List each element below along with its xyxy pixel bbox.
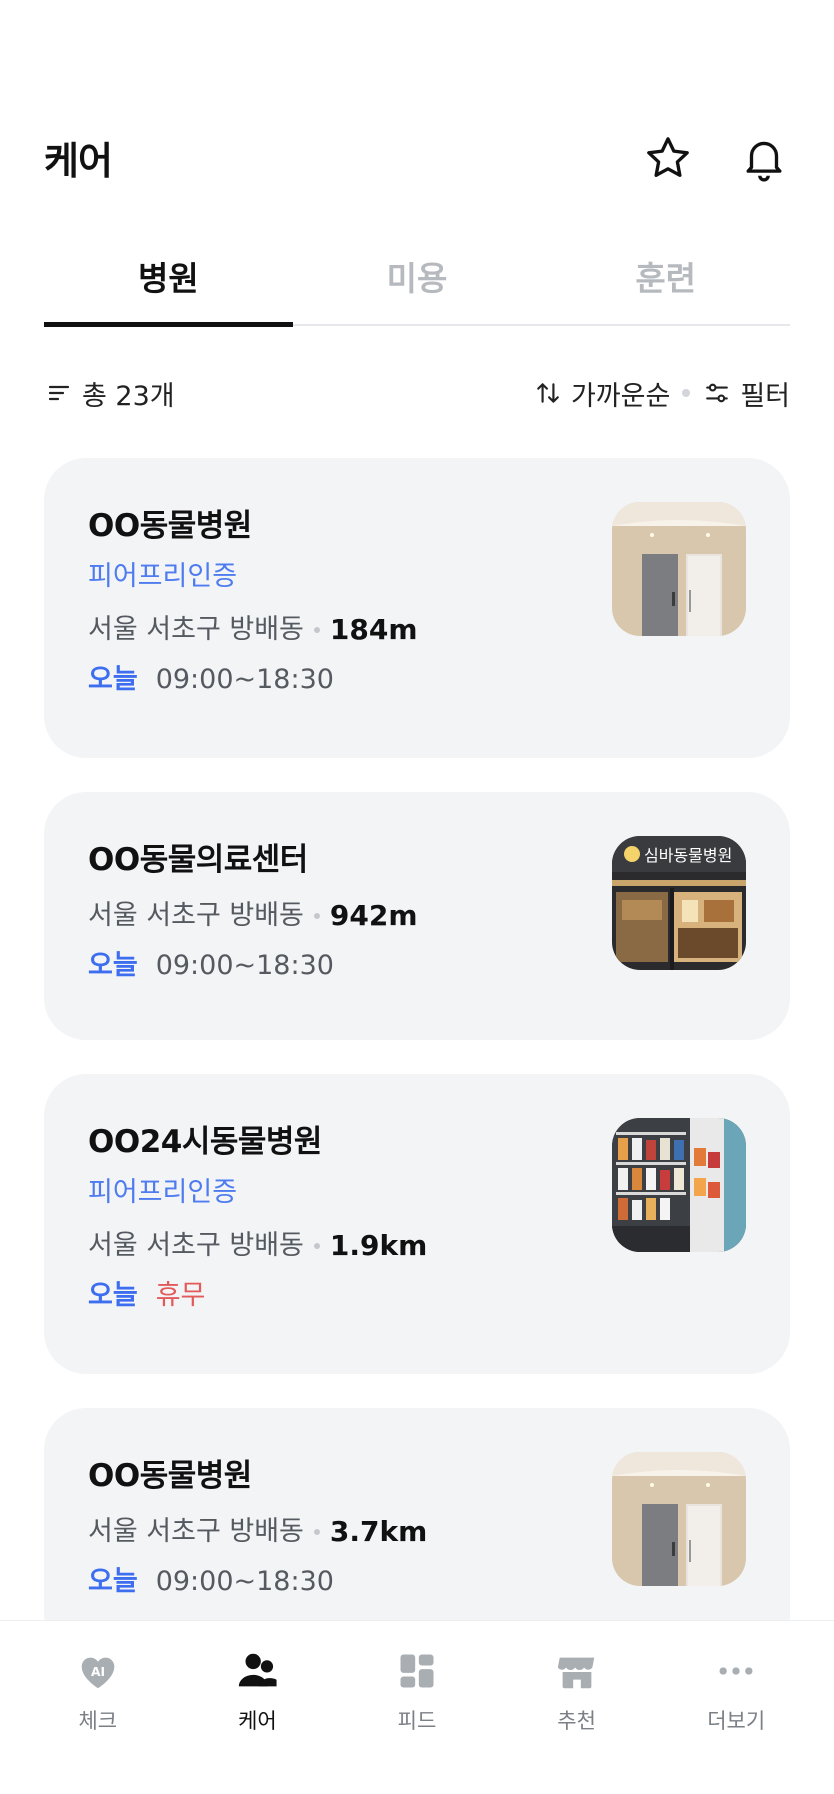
separator-dot	[313, 1243, 320, 1249]
nav-label: 추천	[557, 1709, 596, 1733]
separator-dot	[313, 627, 320, 633]
nav-label: 더보기	[707, 1709, 766, 1733]
clinic-address: 서울 서초구 방배동	[88, 614, 304, 645]
clinic-card[interactable]: OO동물병원 피어프리인증 서울 서초구 방배동 184m 오늘 09:00~1…	[44, 458, 790, 758]
clinic-hours: 09:00~18:30	[155, 664, 334, 695]
today-label: 오늘	[88, 1566, 138, 1597]
clinic-card[interactable]: OO24시동물병원 피어프리인증 서울 서초구 방배동 1.9km 오늘 휴무	[44, 1074, 790, 1374]
filter-label: 필터	[740, 380, 790, 412]
total-count: 총 23개	[44, 374, 175, 413]
store-sign-text: 심바동물병원	[644, 846, 732, 865]
clinic-address: 서울 서초구 방배동	[88, 1230, 304, 1261]
nav-item-care[interactable]: 케어	[187, 1647, 327, 1794]
more-dots-icon	[712, 1647, 760, 1695]
clinic-address: 서울 서초구 방배동	[88, 900, 304, 931]
nav-item-more[interactable]: 더보기	[666, 1647, 806, 1794]
total-count-label: 총 23개	[82, 380, 175, 412]
list-toolbar: 총 23개 가까운순 필터	[44, 370, 790, 416]
clinic-hours: 09:00~18:30	[155, 1566, 334, 1597]
clinic-photo: 심바동물병원	[612, 836, 746, 970]
separator-dot	[313, 913, 320, 919]
clinic-closed-status: 휴무	[155, 1280, 206, 1311]
sort-button[interactable]: 가까운순	[533, 374, 670, 413]
bell-icon[interactable]	[736, 130, 792, 186]
clinic-card[interactable]: OO동물의료센터 서울 서초구 방배동 942m 오늘 09:00~18:30 …	[44, 792, 790, 1040]
clinic-distance: 942m	[329, 899, 418, 932]
grid-icon	[393, 1647, 441, 1695]
page-title: 케어	[44, 139, 113, 183]
nav-item-check[interactable]: AI 체크	[28, 1647, 168, 1794]
nav-item-recommend[interactable]: 추천	[507, 1647, 647, 1794]
separator-dot	[313, 1529, 320, 1535]
tab-training[interactable]: 훈련	[541, 232, 790, 324]
tab-grooming[interactable]: 미용	[293, 232, 542, 324]
today-label: 오늘	[88, 1280, 138, 1311]
nav-label: 체크	[78, 1709, 118, 1733]
clinic-distance: 184m	[329, 613, 418, 646]
sort-arrows-icon	[533, 378, 563, 408]
clinic-card[interactable]: OO동물병원 서울 서초구 방배동 3.7km 오늘 09:00~18:30	[44, 1408, 790, 1656]
clinic-photo	[612, 502, 746, 636]
filter-button[interactable]: 필터	[702, 374, 790, 413]
bottom-nav: AI 체크 케어 피드 추천 더보기	[0, 1620, 834, 1794]
clinic-distance: 3.7km	[329, 1515, 428, 1548]
svg-text:AI: AI	[91, 1665, 105, 1679]
filter-sliders-icon	[702, 378, 732, 408]
clinic-hours: 09:00~18:30	[155, 950, 334, 981]
clinic-photo	[612, 1118, 746, 1252]
category-tabs: 병원 미용 훈련	[44, 232, 790, 327]
app-header: 케어	[0, 0, 834, 220]
people-icon	[233, 1647, 281, 1695]
today-label: 오늘	[88, 664, 138, 695]
nav-label: 피드	[397, 1709, 437, 1733]
clinic-photo	[612, 1452, 746, 1586]
clinic-list: OO동물병원 피어프리인증 서울 서초구 방배동 184m 오늘 09:00~1…	[44, 458, 790, 1690]
clinic-hours-row: 오늘 휴무	[88, 1278, 746, 1314]
list-icon	[44, 378, 74, 408]
ai-heart-icon: AI	[74, 1647, 122, 1695]
clinic-address: 서울 서초구 방배동	[88, 1516, 304, 1547]
tab-hospital[interactable]: 병원	[44, 232, 293, 327]
store-icon	[553, 1647, 601, 1695]
clinic-distance: 1.9km	[329, 1229, 428, 1262]
star-icon[interactable]	[640, 130, 696, 186]
nav-item-feed[interactable]: 피드	[347, 1647, 487, 1794]
sort-label: 가까운순	[570, 380, 671, 412]
clinic-hours-row: 오늘 09:00~18:30	[88, 662, 746, 698]
nav-label: 케어	[238, 1709, 277, 1733]
today-label: 오늘	[88, 950, 138, 981]
separator-dot	[682, 389, 691, 397]
